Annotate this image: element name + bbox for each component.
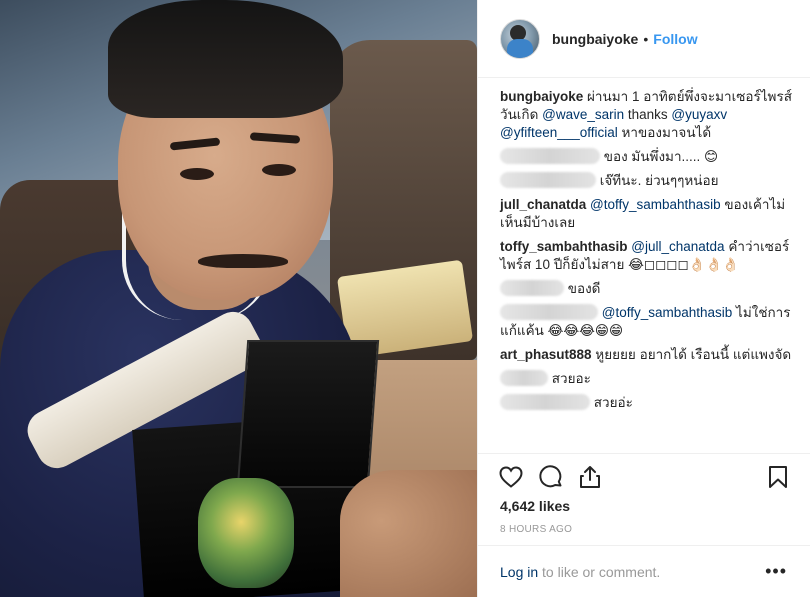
heart-icon — [499, 466, 523, 488]
comment-item: art_phasut888 หูยยยย อยากได้ เรือนนี้ แต… — [500, 346, 795, 364]
photo-hand — [340, 470, 477, 597]
login-prompt-text: to like or comment. — [538, 564, 661, 580]
photo-watch-box-lid — [236, 340, 380, 488]
bookmark-icon — [769, 466, 787, 488]
comment-item: สวยอ่ะ — [500, 394, 795, 412]
blurred-username — [500, 370, 548, 386]
comment-mention[interactable]: @yfifteen___official — [500, 125, 618, 140]
likes-count[interactable]: 4,642 likes — [500, 498, 570, 514]
header-separator: • — [643, 30, 649, 47]
post-header: bungbaiyoke • Follow — [478, 0, 810, 78]
comment-item: สวยอะ — [500, 370, 795, 388]
blurred-username — [500, 280, 564, 296]
comment-item: bungbaiyoke ผ่านมา 1 อาทิตย์พึ่งจะมาเซอร… — [500, 88, 795, 142]
header-username[interactable]: bungbaiyoke — [552, 31, 638, 47]
comment-mention[interactable]: @wave_sarin — [542, 107, 624, 122]
comment-text: เจ๊ทีนะ. ย่วนๆๆหน่อย — [596, 173, 719, 188]
photo-eye-left — [180, 168, 214, 180]
comment-item: @toffy_sambahthasib ไม่ใช่การแก้แค้น 😂😂😂… — [500, 304, 795, 340]
comment-username[interactable]: art_phasut888 — [500, 347, 592, 362]
comment-text: ของ มันพึ่งมา..... 😊 — [600, 149, 719, 164]
post-footer: Log in to like or comment. ••• — [478, 545, 810, 597]
comment-mention[interactable]: @jull_chanatda — [631, 239, 724, 254]
blurred-username — [500, 394, 590, 410]
login-prompt: Log in to like or comment. — [500, 564, 660, 580]
comment-item: ของ มันพึ่งมา..... 😊 — [500, 148, 795, 166]
photo-eye-right — [262, 164, 296, 176]
comment-text: หาของมาจนได้ — [617, 125, 712, 140]
blurred-username — [500, 304, 598, 320]
post-side-panel: bungbaiyoke • Follow bungbaiyoke ผ่านมา … — [477, 0, 810, 597]
share-icon — [580, 466, 600, 488]
comment-item: toffy_sambahthasib @jull_chanatda คำว่าเ… — [500, 238, 795, 274]
comment-icon — [539, 465, 562, 488]
comment-mention[interactable]: @yuyaxv — [671, 107, 727, 122]
avatar-body — [507, 38, 533, 58]
comment-button[interactable] — [538, 464, 564, 490]
save-button[interactable] — [765, 464, 791, 490]
photo-hair — [108, 0, 343, 118]
post-photo[interactable] — [0, 0, 477, 597]
comment-item: เจ๊ทีนะ. ย่วนๆๆหน่อย — [500, 172, 795, 190]
share-button[interactable] — [577, 464, 603, 490]
instagram-post: bungbaiyoke • Follow bungbaiyoke ผ่านมา … — [0, 0, 810, 597]
comment-text: thanks — [624, 107, 672, 122]
comment-mention[interactable]: @toffy_sambahthasib — [590, 197, 721, 212]
photo-mustache — [198, 254, 288, 268]
photo-watch — [198, 478, 294, 588]
comment-text: หูยยยย อยากได้ เรือนนี้ แต่แพงจัด — [591, 347, 792, 362]
blurred-username — [500, 172, 596, 188]
comment-item: ของดี — [500, 280, 795, 298]
comment-text: ของดี — [564, 281, 601, 296]
comment-mention[interactable]: @toffy_sambahthasib — [602, 305, 733, 320]
comment-text: สวยอะ — [548, 371, 591, 386]
comment-username[interactable]: jull_chanatda — [500, 197, 586, 212]
blurred-username — [500, 148, 600, 164]
more-options-icon[interactable]: ••• — [765, 561, 787, 582]
like-button[interactable] — [498, 464, 524, 490]
login-link[interactable]: Log in — [500, 564, 538, 580]
comment-username[interactable]: toffy_sambahthasib — [500, 239, 628, 254]
post-timestamp[interactable]: 8 HOURS AGO — [500, 524, 572, 535]
comments-list: bungbaiyoke ผ่านมา 1 อาทิตย์พึ่งจะมาเซอร… — [500, 88, 795, 418]
comment-item: jull_chanatda @toffy_sambahthasib ของเค้… — [500, 196, 795, 232]
follow-button[interactable]: Follow — [653, 31, 697, 47]
comment-username[interactable]: bungbaiyoke — [500, 89, 583, 104]
action-bar — [478, 453, 810, 501]
avatar[interactable] — [500, 18, 540, 59]
comment-text: สวยอ่ะ — [590, 395, 633, 410]
